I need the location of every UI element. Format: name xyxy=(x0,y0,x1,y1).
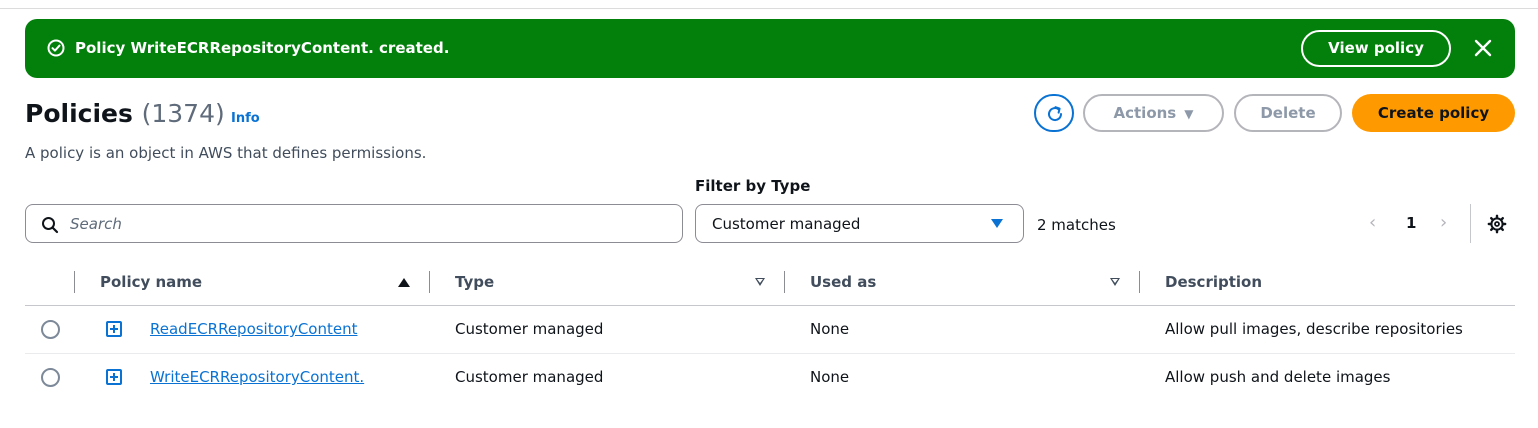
pagination-divider xyxy=(1470,204,1471,243)
column-divider xyxy=(74,271,75,293)
delete-button[interactable]: Delete xyxy=(1234,94,1342,132)
column-divider[interactable] xyxy=(429,271,430,293)
type-filter-select[interactable]: Customer managed xyxy=(695,204,1024,243)
table-header: Policy name Type Used as Description xyxy=(25,266,1515,306)
refresh-icon xyxy=(1048,106,1063,122)
policy-name-link[interactable]: WriteECRRepositoryContent. xyxy=(150,367,364,387)
type-filter-value: Customer managed xyxy=(712,215,861,233)
policy-type: Customer managed xyxy=(455,368,604,386)
chevron-left-icon[interactable]: ‹ xyxy=(1369,212,1376,233)
policy-description: Allow pull images, describe repositories xyxy=(1165,320,1463,338)
column-header-description[interactable]: Description xyxy=(1165,272,1262,292)
policy-used-as: None xyxy=(810,368,850,386)
sort-descending-icon[interactable] xyxy=(755,278,765,286)
column-header-used-as[interactable]: Used as xyxy=(810,272,876,292)
policy-description: Allow push and delete images xyxy=(1165,368,1391,386)
page-title-text: Policies xyxy=(25,99,133,128)
column-divider[interactable] xyxy=(784,271,785,293)
top-divider xyxy=(0,8,1538,9)
caret-down-icon: ▼ xyxy=(1184,107,1194,121)
table-row: WriteECRRepositoryContent. Customer mana… xyxy=(25,354,1515,402)
page-title: Policies (1374) xyxy=(25,98,225,130)
filter-by-type-label: Filter by Type xyxy=(695,177,811,195)
column-header-type[interactable]: Type xyxy=(455,272,494,292)
sort-ascending-icon[interactable] xyxy=(398,278,410,287)
policy-count: (1374) xyxy=(141,99,225,128)
search-box xyxy=(25,204,683,243)
search-icon xyxy=(42,217,59,234)
page-description: A policy is an object in AWS that define… xyxy=(25,144,427,162)
column-divider[interactable] xyxy=(1139,271,1140,293)
search-input[interactable] xyxy=(70,213,660,235)
expand-plus-icon[interactable] xyxy=(106,321,122,337)
close-icon[interactable] xyxy=(1473,38,1493,58)
create-policy-button[interactable]: Create policy xyxy=(1352,94,1515,132)
view-policy-button[interactable]: View policy xyxy=(1301,30,1451,67)
success-flash-banner: Policy WriteECRRepositoryContent. create… xyxy=(25,19,1515,78)
info-link[interactable]: Info xyxy=(231,111,260,126)
policy-name-link[interactable]: ReadECRRepositoryContent xyxy=(150,319,357,339)
column-header-policy-name[interactable]: Policy name xyxy=(100,272,202,292)
gear-icon[interactable] xyxy=(1487,214,1507,234)
row-select-radio[interactable] xyxy=(41,368,60,387)
actions-dropdown-button[interactable]: Actions ▼ xyxy=(1083,94,1224,132)
table-row: ReadECRRepositoryContent Customer manage… xyxy=(25,306,1515,354)
matches-count: 2 matches xyxy=(1037,216,1116,234)
flash-message: Policy WriteECRRepositoryContent. create… xyxy=(75,39,450,57)
sort-descending-icon[interactable] xyxy=(1110,278,1120,286)
policy-used-as: None xyxy=(810,320,850,338)
policy-type: Customer managed xyxy=(455,320,604,338)
current-page-number[interactable]: 1 xyxy=(1406,214,1416,232)
check-circle-icon xyxy=(47,39,65,57)
refresh-button[interactable] xyxy=(1034,94,1074,132)
actions-label: Actions xyxy=(1113,104,1177,122)
caret-down-icon xyxy=(991,219,1003,228)
chevron-right-icon[interactable]: › xyxy=(1440,212,1447,233)
row-select-radio[interactable] xyxy=(41,320,60,339)
expand-plus-icon[interactable] xyxy=(106,369,122,385)
